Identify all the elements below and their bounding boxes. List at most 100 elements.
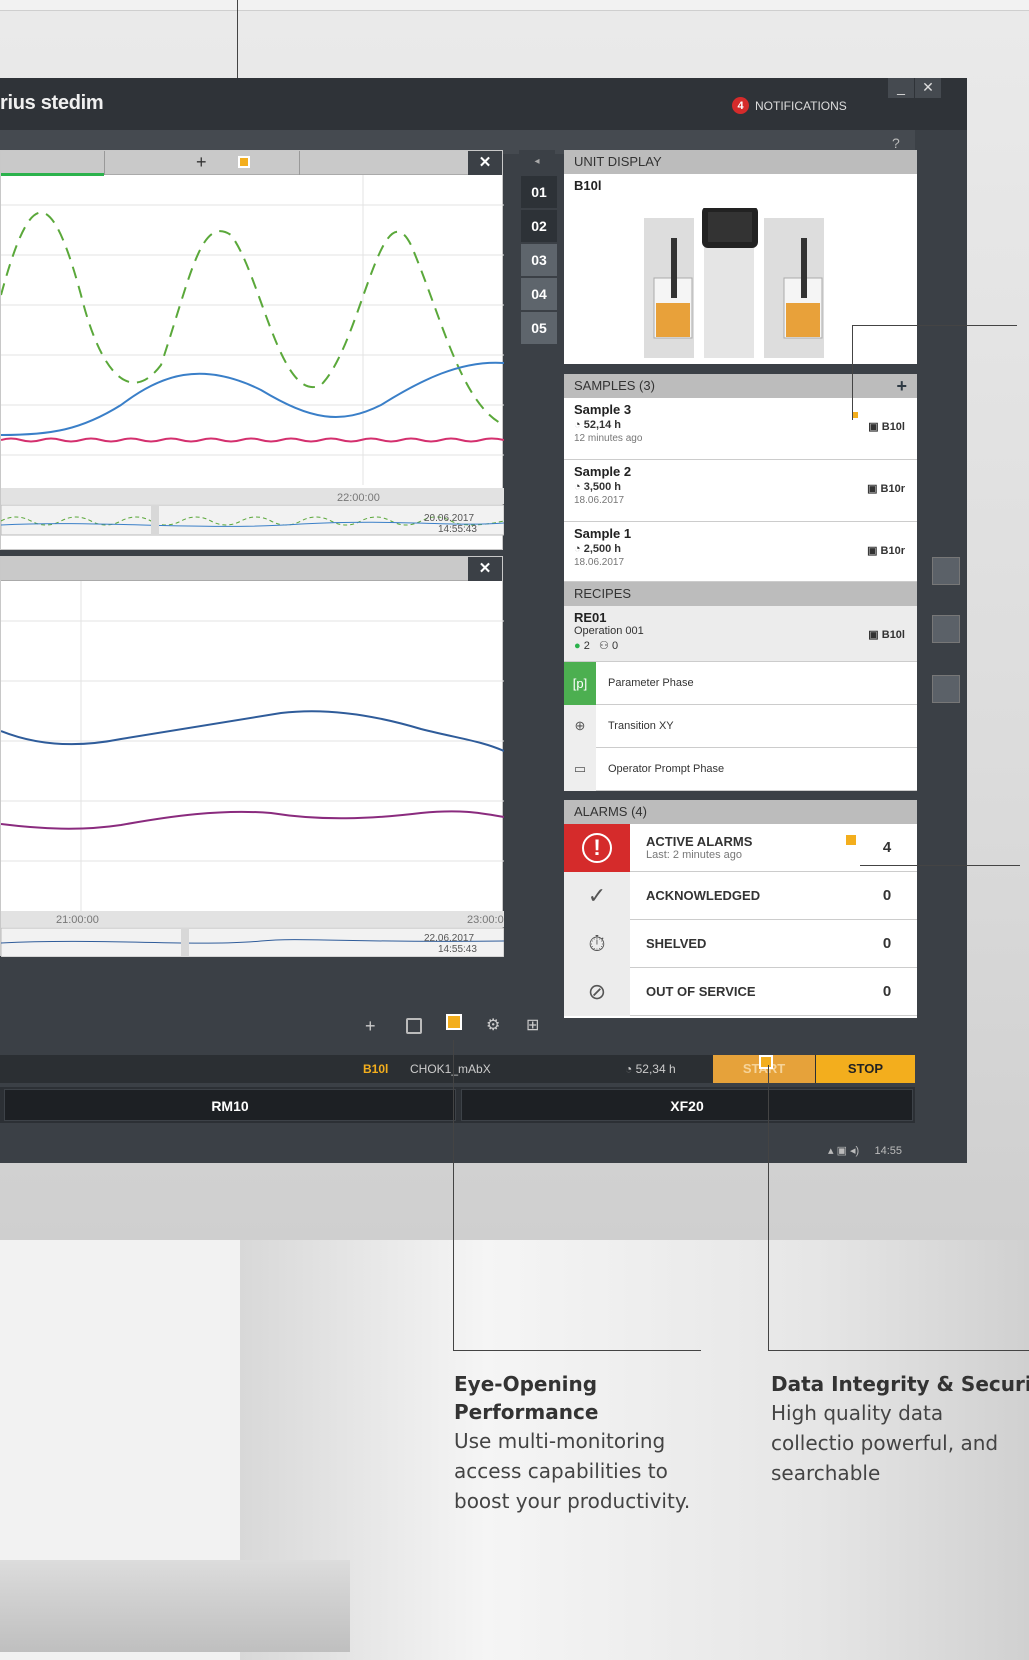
caption-integrity: Data Integrity & Securit High quality da… bbox=[771, 1370, 1029, 1488]
callout-marker bbox=[446, 1014, 462, 1030]
sample-item[interactable]: Sample 2 ◔ 3,500 h 18.06.2017 ▣ B10r bbox=[564, 460, 917, 522]
alarm-row-out-of-service[interactable]: ⊘ OUT OF SERVICE 0 bbox=[564, 967, 917, 1016]
close-trend-button[interactable]: ✕ bbox=[468, 151, 502, 175]
trend-chart-top: 22:00:00 20.06.2017 14:55:43 bbox=[1, 175, 504, 536]
callout-line bbox=[453, 1040, 454, 1351]
layout-icon[interactable]: ⊞ bbox=[526, 1015, 539, 1035]
trend-chart-bottom: 21:00:00 23:00:0 22.06.2017 14:55:43 bbox=[1, 581, 504, 957]
unit-switch-bar: RM10 XF20 bbox=[0, 1087, 915, 1123]
system-tray: ▴ ▣ ◂) 14:55 bbox=[828, 1145, 903, 1157]
settings-icon[interactable]: ⚙ bbox=[486, 1015, 500, 1035]
notifications-badge: 4 bbox=[732, 97, 749, 114]
callout-marker bbox=[238, 156, 250, 168]
recipe-count-b: 0 bbox=[611, 640, 619, 652]
range-slider-handle[interactable] bbox=[181, 928, 189, 957]
trend-tabbar: + ✕ bbox=[1, 151, 502, 176]
close-window-button[interactable]: ✕ bbox=[915, 78, 941, 98]
recipes-panel: RECIPES RE01 Operation 001 ● 2 ⚇ 0 ▣ B10… bbox=[564, 582, 917, 791]
bioreactor-illustration bbox=[644, 208, 824, 358]
save-icon[interactable] bbox=[406, 1018, 422, 1034]
trend-icon[interactable] bbox=[932, 675, 960, 703]
sample-item[interactable]: Sample 3 ◔ 52,14 h 12 minutes ago ▣ B10l bbox=[564, 398, 917, 460]
sample-device-name: B10r bbox=[880, 545, 905, 557]
stop-button[interactable]: STOP bbox=[816, 1055, 915, 1083]
sample-device-name: B10r bbox=[880, 483, 905, 495]
status-dot-icon: ● bbox=[574, 640, 581, 652]
samples-header-label: SAMPLES (3) bbox=[574, 378, 655, 393]
collapse-arrow-icon[interactable]: ◂ bbox=[519, 150, 555, 174]
check-icon: ✓ bbox=[564, 871, 630, 920]
caption-body: Use multi-monitoring access capabilities… bbox=[454, 1429, 691, 1513]
caption-title: Data Integrity & Securit bbox=[771, 1372, 1029, 1396]
add-trend-button[interactable]: + bbox=[365, 1016, 376, 1037]
callout-marker bbox=[846, 835, 856, 845]
notifications-label: NOTIFICATIONS bbox=[755, 98, 847, 113]
recipes-header: RECIPES bbox=[564, 582, 917, 606]
alert-icon: ! bbox=[564, 823, 630, 872]
alarm-count: 4 bbox=[882, 839, 892, 856]
alarm-label: ACTIVE ALARMS bbox=[646, 834, 753, 849]
notifications-button[interactable]: 4 NOTIFICATIONS bbox=[732, 97, 847, 114]
alert-icon-glyph: ! bbox=[582, 832, 612, 863]
trend-tab-05[interactable]: 05 bbox=[521, 312, 557, 344]
app-screen: rius stedim 4 NOTIFICATIONS _ ✕ ? + ✕ 22… bbox=[0, 78, 967, 1163]
trend-panel-bottom: ✕ 21:00:00 23:00:0 22.06.2017 14:55:43 bbox=[0, 556, 504, 957]
sample-device: ▣ B10r bbox=[867, 545, 905, 557]
trend-tab-04[interactable]: 04 bbox=[521, 278, 557, 310]
help-button[interactable]: ? bbox=[892, 135, 900, 151]
add-trend-tab-button[interactable]: + bbox=[196, 152, 207, 173]
recipe-device-name: B10l bbox=[881, 629, 905, 641]
trend-tab-01[interactable]: 01 bbox=[521, 176, 557, 208]
unit-button-xf20[interactable]: XF20 bbox=[461, 1089, 913, 1121]
time-axis-label-2: 23:00:0 bbox=[467, 914, 504, 926]
sample-name: Sample 1 bbox=[574, 526, 632, 541]
recipe-step[interactable]: ⊕ Transition XY bbox=[564, 704, 917, 748]
system-clock: 14:55 bbox=[874, 1145, 903, 1157]
trend-header-bottom: ✕ bbox=[1, 557, 502, 581]
time-axis-label-1: 21:00:00 bbox=[56, 914, 99, 926]
report-icon[interactable] bbox=[932, 557, 960, 585]
trend-tab-list: 01 02 03 04 05 bbox=[521, 176, 557, 346]
sample-name: Sample 2 bbox=[574, 464, 632, 479]
status-batch: CHOK1_mAbX bbox=[410, 1062, 491, 1076]
unit-display-panel: UNIT DISPLAY B10l bbox=[564, 150, 917, 364]
recipe-operation: Operation 001 bbox=[574, 625, 644, 637]
status-unit: B10l bbox=[363, 1062, 389, 1076]
callout-line bbox=[768, 1350, 1029, 1351]
samples-header: SAMPLES (3) + bbox=[564, 374, 917, 398]
unit-status-bar: B10l CHOK1_mAbX ◔ 52,34 h START STOP bbox=[0, 1055, 915, 1083]
alarm-row-shelved[interactable]: ⏱ SHELVED 0 bbox=[564, 919, 917, 968]
sample-date: 12 minutes ago bbox=[574, 433, 643, 444]
callout-line bbox=[852, 325, 1017, 326]
alarm-count: 0 bbox=[882, 983, 892, 1000]
sample-date: 18.06.2017 bbox=[574, 495, 625, 506]
range-end-date: 20.06.2017 bbox=[424, 513, 474, 524]
recipe-counts: ● 2 ⚇ 0 bbox=[574, 639, 907, 652]
add-sample-button[interactable]: + bbox=[896, 374, 907, 398]
caption-body: High quality data collectio powerful, an… bbox=[771, 1401, 999, 1485]
close-trend-button[interactable]: ✕ bbox=[468, 557, 502, 581]
minimize-button[interactable]: _ bbox=[888, 78, 914, 98]
sample-item[interactable]: Sample 1 ◔ 2,500 h 18.06.2017 ▣ B10r bbox=[564, 522, 917, 582]
title-bar: rius stedim 4 NOTIFICATIONS _ ✕ bbox=[0, 78, 967, 130]
callout-line bbox=[453, 1350, 701, 1351]
sample-duration: ◔ 52,14 h bbox=[574, 419, 622, 431]
app-brand: rius stedim bbox=[0, 92, 104, 114]
alarm-count: 0 bbox=[882, 887, 892, 904]
trend-tab-02[interactable]: 02 bbox=[521, 210, 557, 242]
recipe-item[interactable]: RE01 Operation 001 ● 2 ⚇ 0 ▣ B10l bbox=[564, 606, 917, 662]
trend-tab-03[interactable]: 03 bbox=[521, 244, 557, 276]
range-slider-handle[interactable] bbox=[151, 505, 159, 535]
recipe-step[interactable]: ▭ Operator Prompt Phase bbox=[564, 747, 917, 791]
alarm-row-acknowledged[interactable]: ✓ ACKNOWLEDGED 0 bbox=[564, 871, 917, 920]
operator-prompt-icon: ▭ bbox=[564, 747, 596, 791]
unit-display-header: UNIT DISPLAY bbox=[564, 150, 917, 174]
edit-document-icon[interactable] bbox=[932, 615, 960, 643]
step-label: Parameter Phase bbox=[608, 677, 694, 689]
sample-duration: ◔ 2,500 h bbox=[574, 543, 622, 555]
users-icon: ⚇ bbox=[599, 640, 609, 652]
unit-button-rm10[interactable]: RM10 bbox=[4, 1089, 456, 1121]
caption-performance: Eye-Opening Performance Use multi-monito… bbox=[454, 1370, 694, 1516]
recipe-step[interactable]: [p] Parameter Phase bbox=[564, 661, 917, 705]
sample-device: ▣ B10l bbox=[868, 421, 905, 433]
